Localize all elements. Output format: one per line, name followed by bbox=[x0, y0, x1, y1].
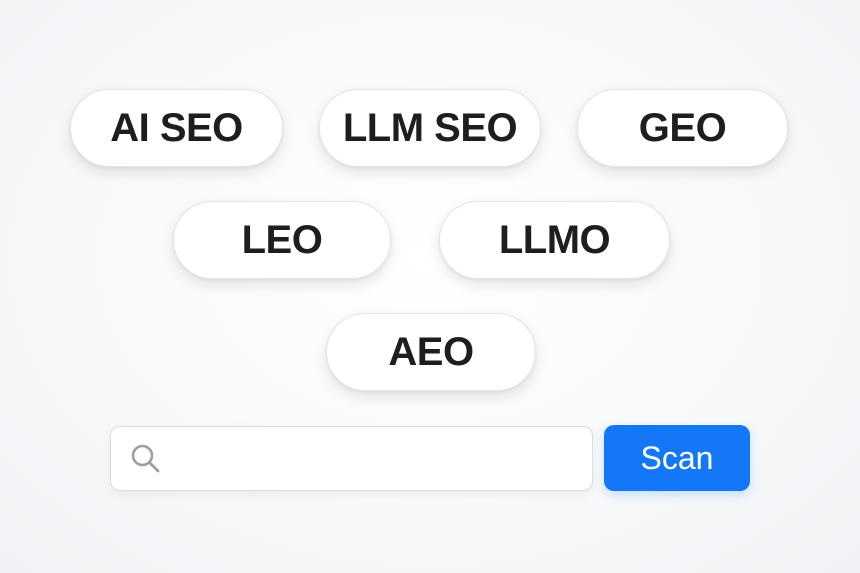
tag-label: LLMO bbox=[498, 217, 611, 262]
tag-leo[interactable]: LEO bbox=[173, 201, 391, 279]
search-icon bbox=[131, 444, 160, 472]
scan-button-label: Scan bbox=[640, 439, 714, 476]
tag-ai-seo[interactable]: AI SEO bbox=[70, 89, 283, 167]
tag-geo[interactable]: GEO bbox=[577, 89, 788, 167]
scan-button[interactable]: Scan bbox=[604, 425, 750, 491]
tag-label: AI SEO bbox=[110, 105, 243, 150]
tag-label: GEO bbox=[638, 105, 727, 150]
tag-aeo[interactable]: AEO bbox=[326, 313, 536, 391]
tag-label: LEO bbox=[241, 217, 323, 262]
search-box[interactable] bbox=[110, 426, 593, 491]
page-background: AI SEO LLM SEO GEO LEO LLMO AEO Scan bbox=[0, 0, 860, 573]
tag-label: AEO bbox=[388, 329, 474, 374]
tag-label: LLM SEO bbox=[342, 105, 518, 150]
search-input[interactable] bbox=[163, 427, 592, 490]
tag-llm-seo[interactable]: LLM SEO bbox=[319, 89, 541, 167]
tag-llmo[interactable]: LLMO bbox=[439, 201, 670, 279]
